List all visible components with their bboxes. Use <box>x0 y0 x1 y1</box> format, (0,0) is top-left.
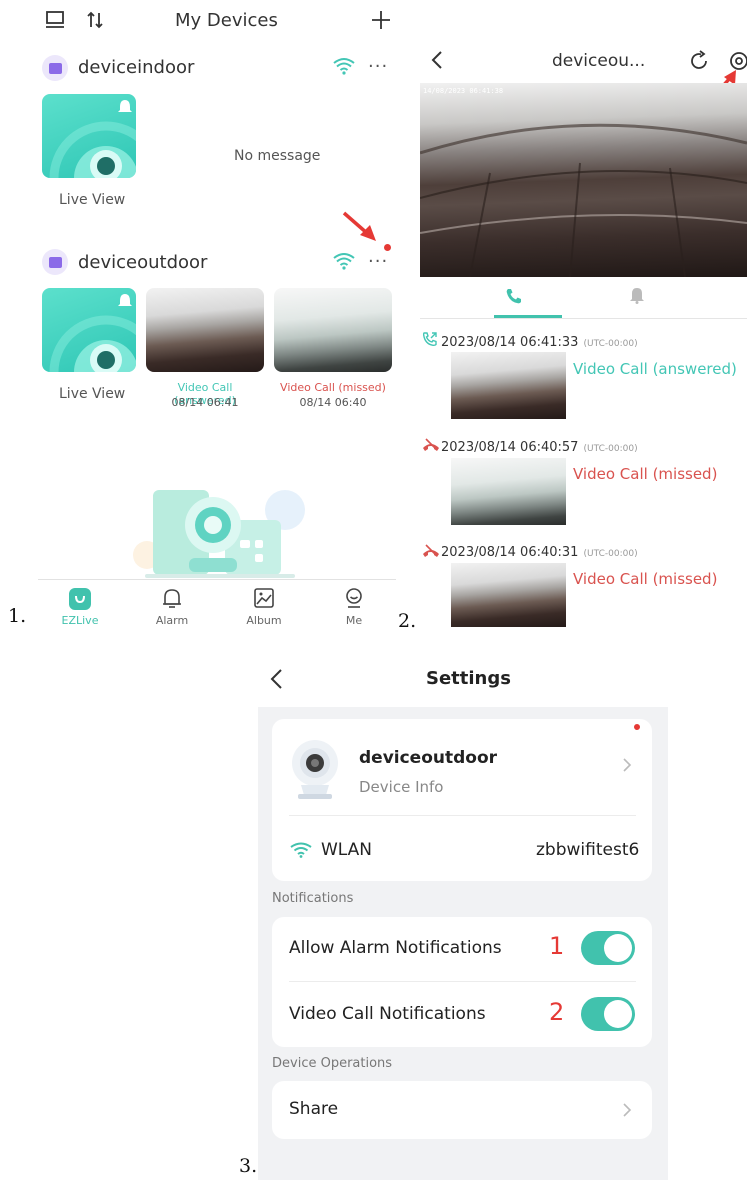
live-view-label[interactable]: Live View <box>59 386 125 402</box>
page-title: Settings <box>426 668 511 689</box>
tab-label: Album <box>246 614 282 627</box>
annotation-arrow <box>340 210 382 250</box>
log-label: Video Call (missed) <box>573 570 718 588</box>
tab-label: Me <box>345 614 363 627</box>
video-timestamp: 14/08/2023 06:41:38 <box>423 87 504 95</box>
wlan-value: zbbwifitest6 <box>536 840 640 860</box>
log-time: 2023/08/14 06:41:33 <box>441 335 579 350</box>
event-time: 08/14 06:40 <box>299 396 367 409</box>
log-timezone: (UTC-00:00) <box>583 549 638 559</box>
video-call-notifications-toggle[interactable] <box>581 997 635 1031</box>
annotation-number: 2 <box>549 998 565 1026</box>
image-icon <box>254 588 274 608</box>
log-time: 2023/08/14 06:40:31 <box>441 545 579 560</box>
chevron-right-icon[interactable] <box>622 757 632 778</box>
annotation-number: 1 <box>549 932 565 960</box>
rotate-icon[interactable] <box>688 50 710 76</box>
log-entry-time: 2023/08/14 06:40:57 (UTC-00:00) <box>441 436 638 455</box>
user-icon <box>346 588 362 608</box>
log-entry-time: 2023/08/14 06:41:33 (UTC-00:00) <box>441 331 638 350</box>
alarm-notifications-toggle[interactable] <box>581 931 635 965</box>
device-name[interactable]: deviceoutdoor <box>78 252 207 273</box>
device-info-label[interactable]: Device Info <box>359 778 443 796</box>
tab-me[interactable]: Me <box>332 586 376 627</box>
live-view-thumbnail[interactable] <box>42 94 136 178</box>
monitor-icon[interactable] <box>44 8 66 32</box>
tab-label: EZLive <box>61 614 99 627</box>
back-icon[interactable] <box>430 50 444 74</box>
log-timezone: (UTC-00:00) <box>583 444 638 454</box>
bell-icon <box>163 589 181 608</box>
notification-dot <box>634 724 640 730</box>
device-name[interactable]: deviceoutdoor <box>359 748 497 768</box>
device-name[interactable]: deviceindoor <box>78 57 194 78</box>
empty-illustration <box>125 470 315 584</box>
log-snapshot[interactable] <box>451 458 566 525</box>
camera-icon <box>286 737 344 805</box>
share-label[interactable]: Share <box>289 1099 338 1119</box>
more-dots-icon[interactable]: ··· <box>368 56 388 77</box>
device-icon <box>42 55 68 81</box>
log-timezone: (UTC-00:00) <box>583 339 638 349</box>
log-label: Video Call (answered) <box>573 360 737 378</box>
sort-icon[interactable] <box>84 8 106 32</box>
tab-label: Alarm <box>155 614 189 627</box>
more-dots-icon[interactable]: ··· <box>368 251 388 272</box>
phone-icon <box>506 289 521 304</box>
wlan-label: WLAN <box>321 840 373 860</box>
tab-bar-divider <box>38 579 396 580</box>
plus-icon[interactable] <box>370 8 392 32</box>
page-title: deviceou... <box>552 51 646 71</box>
log-time: 2023/08/14 06:40:57 <box>441 440 579 455</box>
panel-number: 2. <box>398 610 417 632</box>
log-label: Video Call (missed) <box>573 465 718 483</box>
wifi-icon <box>333 252 355 274</box>
tab-ezlive[interactable]: EZLive <box>60 588 100 627</box>
notification-dot <box>384 244 391 251</box>
live-view-thumbnail[interactable] <box>42 288 136 372</box>
section-header: Device Operations <box>272 1056 393 1071</box>
log-entry-time: 2023/08/14 06:40:31 (UTC-00:00) <box>441 541 638 560</box>
call-answered-icon <box>422 331 438 351</box>
tab-alarm-log[interactable] <box>629 286 645 308</box>
video-call-notifications-label: Video Call Notifications <box>289 1004 486 1024</box>
bell-icon <box>630 288 644 304</box>
tab-call-log[interactable] <box>505 287 523 309</box>
tab-album[interactable]: Album <box>242 586 286 627</box>
page-title: My Devices <box>175 10 278 31</box>
call-missed-icon <box>422 543 440 562</box>
live-view-label[interactable]: Live View <box>59 192 125 208</box>
chevron-right-icon[interactable] <box>622 1102 632 1122</box>
panel-number: 3. <box>239 1155 258 1177</box>
no-message-text: No message <box>234 148 321 164</box>
event-snapshot[interactable] <box>146 288 264 372</box>
wifi-icon <box>333 57 355 79</box>
event-time: 08/14 06:41 <box>171 396 239 409</box>
back-icon[interactable] <box>269 668 283 694</box>
event-label: Video Call (missed) <box>280 381 386 394</box>
call-missed-icon <box>422 437 440 456</box>
section-header: Notifications <box>272 891 354 906</box>
panel-number: 1. <box>8 605 27 627</box>
alarm-notifications-label: Allow Alarm Notifications <box>289 938 502 958</box>
wifi-icon <box>290 842 312 862</box>
tab-divider <box>420 318 747 319</box>
device-icon <box>42 249 68 275</box>
log-snapshot[interactable] <box>451 352 566 419</box>
event-snapshot[interactable] <box>274 288 392 372</box>
divider <box>289 815 636 816</box>
tab-alarm[interactable]: Alarm <box>150 586 194 627</box>
log-snapshot[interactable] <box>451 563 566 627</box>
home-icon <box>69 588 91 610</box>
live-video-view[interactable]: 14/08/2023 06:41:38 <box>420 83 747 277</box>
divider <box>289 981 636 982</box>
